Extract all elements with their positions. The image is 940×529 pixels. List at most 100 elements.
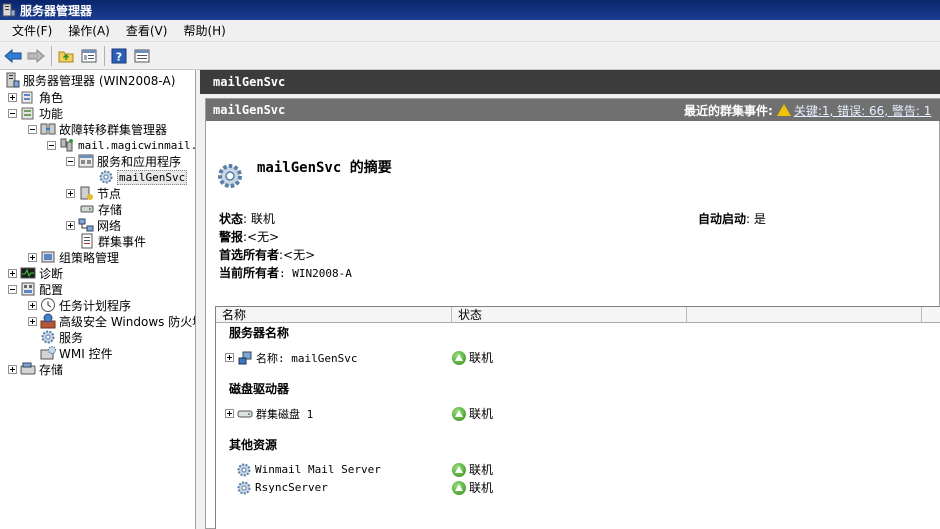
help-icon[interactable]: ?: [108, 45, 130, 67]
tree-item-cluster-events[interactable]: 群集事件: [79, 233, 146, 249]
expand-icon[interactable]: [225, 409, 234, 418]
current-owner-property: 当前所有者: WIN2008-A: [219, 264, 352, 281]
alert-property: 警报:<无>: [219, 228, 279, 245]
tree-item-services[interactable]: 服务: [40, 329, 83, 345]
group-policy-icon: [40, 249, 56, 265]
menu-view[interactable]: 查看(V): [118, 22, 176, 39]
group-disks: 磁盘驱动器: [229, 382, 290, 396]
status-value: : 联机: [243, 212, 275, 226]
back-icon[interactable]: [2, 45, 24, 67]
preferred-owner-value: :<无>: [279, 248, 316, 262]
resource-name: RsyncServer: [255, 481, 328, 494]
collapse-icon[interactable]: [8, 108, 17, 118]
current-owner-key: 当前所有者: [219, 266, 280, 280]
online-icon: [452, 406, 466, 421]
tree-item-task-scheduler[interactable]: 任务计划程序: [28, 297, 131, 313]
tree-label: 存储: [98, 202, 123, 217]
details-header: mailGenSvc: [200, 70, 940, 94]
service-gear-icon: [98, 169, 114, 185]
menu-action[interactable]: 操作(A): [60, 22, 118, 39]
tree-label: 服务: [59, 330, 84, 345]
properties-icon[interactable]: [131, 45, 153, 67]
services-gear-icon: [40, 329, 56, 345]
column-empty[interactable]: [687, 307, 922, 323]
tree-label: 故障转移群集管理器: [59, 122, 168, 137]
server-icon: [4, 72, 20, 88]
expand-icon[interactable]: [28, 300, 37, 310]
preferred-owner-property: 首选所有者:<无>: [219, 246, 315, 263]
recent-events-label: 最近的群集事件:: [684, 103, 773, 118]
preferred-owner-key: 首选所有者: [219, 248, 280, 262]
tree-item-services-and-apps[interactable]: 服务和应用程序: [66, 153, 181, 169]
expand-icon[interactable]: [66, 188, 75, 198]
tree-item-diagnostics[interactable]: 诊断: [8, 265, 63, 281]
status-property: 状态: 联机: [219, 210, 275, 227]
resource-name: Winmail Mail Server: [255, 463, 381, 476]
forward-icon[interactable]: [25, 45, 47, 67]
menu-file[interactable]: 文件(F): [4, 22, 60, 39]
tree-item-wmi-control[interactable]: WMI 控件: [40, 345, 113, 361]
collapse-icon[interactable]: [47, 140, 56, 150]
summary-title: mailGenSvc 的摘要: [257, 157, 392, 177]
resource-row-server-name[interactable]: 名称: mailGenSvc: [225, 349, 357, 366]
collapse-icon[interactable]: [8, 284, 17, 294]
list-header: 名称 状态: [216, 307, 940, 323]
collapse-icon[interactable]: [28, 124, 37, 134]
expand-icon[interactable]: [28, 316, 37, 326]
alert-key: 警报: [219, 230, 244, 244]
tree-item-storage[interactable]: 存储: [8, 361, 63, 377]
server-manager-app-icon: [2, 3, 16, 17]
tree-label: 节点: [97, 186, 122, 201]
tree-label: 任务计划程序: [59, 298, 132, 313]
storage-icon: [79, 201, 95, 217]
recent-events-link[interactable]: 关键:1, 错误: 66, 警告: 1: [794, 102, 932, 119]
resources-list: 名称 状态 服务器名称 名称: mailGenSvc 联机 磁盘驱动器 群集磁盘…: [215, 306, 940, 529]
tree-label: WMI 控件: [59, 346, 113, 361]
tree-label: 网络: [97, 218, 122, 233]
tree-item-features[interactable]: 功能: [8, 105, 63, 121]
tree-item-storage-cluster[interactable]: 存储: [79, 201, 122, 217]
warning-icon: [776, 104, 791, 116]
window-title: 服务器管理器: [20, 3, 93, 18]
tree-item-group-policy[interactable]: 组策略管理: [28, 249, 119, 265]
online-icon: [452, 480, 466, 495]
tree-item-nodes[interactable]: 节点: [66, 185, 121, 201]
diagnostics-icon: [20, 265, 36, 281]
collapse-icon[interactable]: [66, 156, 75, 166]
expand-icon[interactable]: [28, 252, 37, 262]
tree-item-firewall[interactable]: 高级安全 Windows 防火墙: [28, 313, 196, 329]
toolbar-separator: [104, 45, 105, 66]
tree-item-roles[interactable]: 角色: [8, 89, 63, 105]
tree-item-mailgensvc[interactable]: mailGenSvc: [98, 169, 188, 185]
expand-icon[interactable]: [8, 268, 17, 278]
clock-icon: [40, 297, 56, 313]
title-bar: 服务器管理器: [0, 0, 940, 20]
expand-icon[interactable]: [8, 364, 17, 374]
resource-name: 名称: mailGenSvc: [256, 351, 358, 365]
svg-text:?: ?: [116, 50, 122, 63]
resource-status-text: 联机: [469, 407, 494, 421]
column-name[interactable]: 名称: [216, 307, 452, 323]
tree-item-configuration[interactable]: 配置: [8, 281, 63, 297]
resource-row-winmail[interactable]: Winmail Mail Server: [236, 461, 381, 478]
tree-item-networks[interactable]: 网络: [66, 217, 121, 233]
menu-help[interactable]: 帮助(H): [175, 22, 233, 39]
tree-label: 高级安全 Windows 防火墙: [59, 314, 196, 329]
up-folder-icon[interactable]: [55, 45, 77, 67]
nodes-icon: [78, 185, 94, 201]
tree-item-failover-cluster-manager[interactable]: 故障转移群集管理器: [28, 121, 167, 137]
resource-row-cluster-disk[interactable]: 群集磁盘 1: [225, 405, 313, 422]
expand-icon[interactable]: [225, 353, 234, 362]
tree-label: 存储: [39, 362, 64, 377]
column-status[interactable]: 状态: [452, 307, 687, 323]
tree-item-cluster-node[interactable]: mail.magicwinmail.c: [47, 137, 195, 153]
expand-icon[interactable]: [8, 92, 17, 102]
resource-status-text: 联机: [469, 481, 494, 495]
expand-icon[interactable]: [66, 220, 75, 230]
resource-status-text: 联机: [469, 351, 494, 365]
events-icon: [79, 233, 95, 249]
service-gear-icon: [236, 462, 252, 478]
show-hide-tree-icon[interactable]: [78, 45, 100, 67]
resource-row-rsync[interactable]: RsyncServer: [236, 479, 328, 496]
tree-root-server-manager[interactable]: 服务器管理器 (WIN2008-A): [4, 72, 175, 88]
